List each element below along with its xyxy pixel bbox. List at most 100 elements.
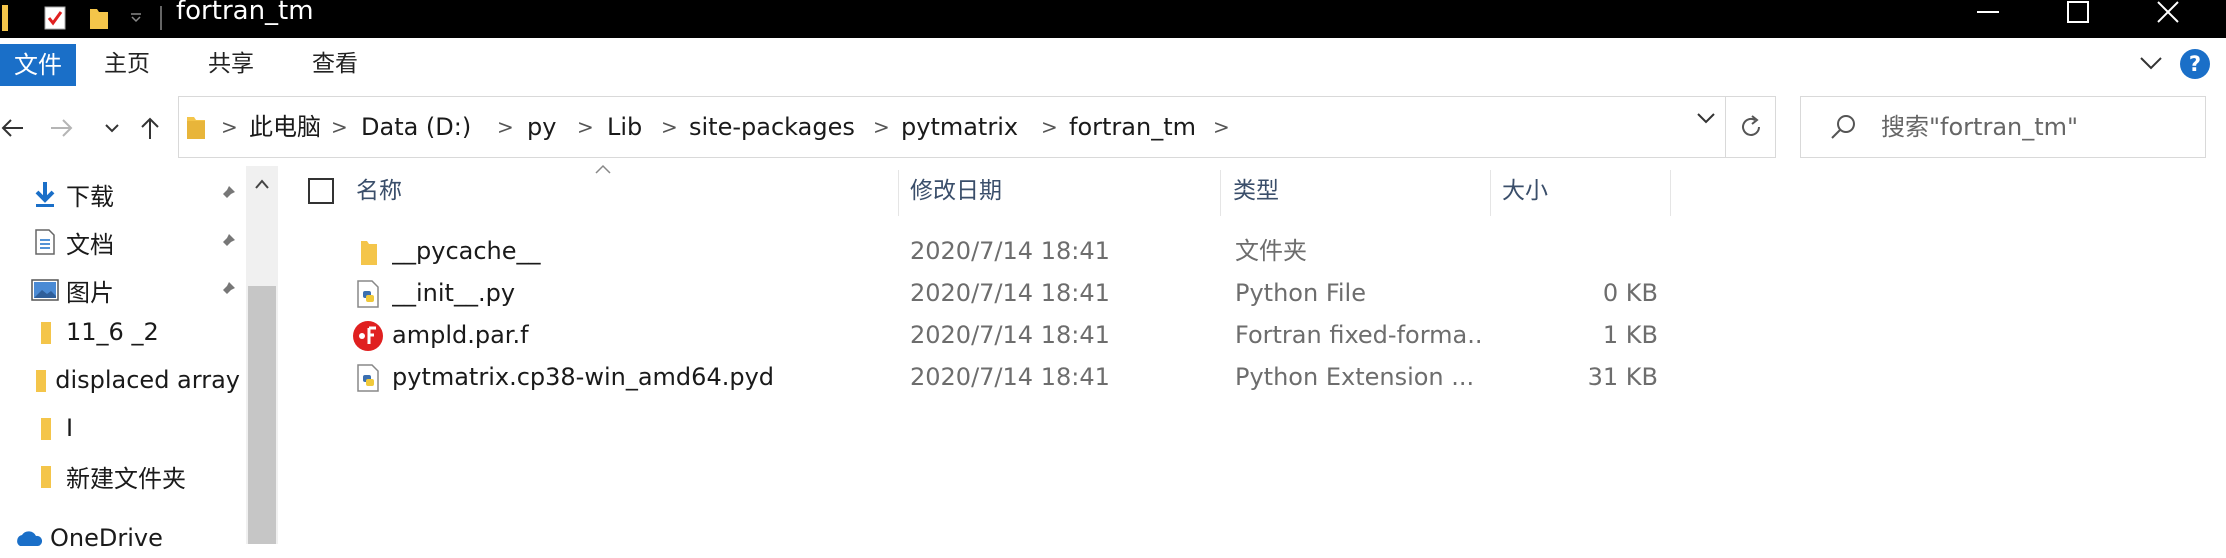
refresh-icon: [1741, 115, 1760, 136]
breadcrumb-py[interactable]: py: [527, 97, 556, 157]
chevron-down-icon: [105, 124, 119, 133]
select-all-checkbox[interactable]: [308, 178, 334, 204]
nav-item-downloads[interactable]: 下载: [30, 174, 240, 214]
window-edge: [2206, 90, 2226, 170]
pin-icon[interactable]: [214, 229, 240, 255]
python-extension-icon: [352, 362, 384, 394]
breadcrumb-this-pc[interactable]: 此电脑: [249, 97, 321, 157]
nav-item-label: I: [66, 414, 74, 442]
address-history-button[interactable]: [1694, 108, 1720, 134]
window-icon: [0, 4, 10, 32]
search-icon: [1829, 113, 1857, 145]
chevron-down-icon: [1697, 113, 1715, 124]
nav-item-label: 图片: [66, 278, 114, 307]
forward-button[interactable]: [42, 108, 82, 148]
search-box[interactable]: [1800, 96, 2206, 158]
breadcrumb-separator[interactable]: >: [221, 97, 238, 157]
column-header-type[interactable]: 类型: [1233, 166, 1279, 216]
file-type: 文件夹: [1235, 237, 1307, 265]
column-header-date[interactable]: 修改日期: [910, 166, 1002, 216]
breadcrumb-separator[interactable]: >: [661, 97, 678, 157]
file-type: Python File: [1235, 279, 1366, 307]
minimize-button[interactable]: [1948, 0, 2028, 24]
onedrive-icon: [14, 523, 44, 553]
arrow-right-icon: [51, 119, 73, 137]
folder-icon: [30, 317, 60, 347]
column-divider[interactable]: [898, 170, 899, 216]
toolbar-divider: [158, 4, 164, 32]
nav-item-documents[interactable]: 文档: [30, 222, 240, 262]
pin-icon[interactable]: [214, 277, 240, 303]
file-row-pycache[interactable]: __pycache__ 2020/7/14 18:41 文件夹: [280, 230, 2226, 272]
column-divider[interactable]: [1220, 170, 1221, 216]
breadcrumb-separator[interactable]: >: [1041, 97, 1058, 157]
arrow-left-icon: [1, 119, 23, 137]
column-header-size[interactable]: 大小: [1502, 166, 1548, 216]
close-icon: [2157, 1, 2179, 23]
breadcrumb-separator[interactable]: >: [873, 97, 890, 157]
file-date: 2020/7/14 18:41: [910, 363, 1110, 391]
breadcrumb-separator[interactable]: >: [331, 97, 348, 157]
nav-item-displaced-array[interactable]: displaced array: [30, 360, 240, 400]
expand-ribbon-button[interactable]: [2138, 52, 2164, 78]
column-divider[interactable]: [1670, 170, 1671, 216]
nav-item-pictures[interactable]: 图片: [30, 270, 240, 310]
scroll-up-button[interactable]: [246, 166, 278, 202]
recent-locations-button[interactable]: [92, 108, 132, 148]
breadcrumb-site-packages[interactable]: site-packages: [689, 97, 855, 157]
pin-icon[interactable]: [214, 181, 240, 207]
breadcrumb-separator[interactable]: >: [1213, 97, 1230, 157]
help-icon[interactable]: ?: [2180, 49, 2210, 79]
breadcrumb-fortran-tm[interactable]: fortran_tm: [1069, 97, 1196, 157]
back-button[interactable]: [0, 108, 32, 148]
scroll-thumb[interactable]: [248, 286, 276, 544]
maximize-button[interactable]: [2038, 0, 2118, 24]
breadcrumb-lib[interactable]: Lib: [607, 97, 642, 157]
tab-home[interactable]: 主页: [104, 48, 150, 80]
nav-item-i[interactable]: I: [30, 408, 240, 448]
properties-icon[interactable]: [40, 4, 70, 32]
nav-item-label: 新建文件夹: [66, 464, 186, 493]
nav-item-label: 下载: [66, 182, 114, 211]
ribbon: 文件 主页 共享 查看 ?: [0, 38, 2226, 90]
sort-ascending-icon: [594, 160, 612, 179]
file-size: [1490, 230, 1658, 272]
customize-toolbar-icon[interactable]: [124, 4, 148, 32]
file-name: pytmatrix.cp38-win_amd64.pyd: [392, 363, 775, 391]
tab-file[interactable]: 文件: [0, 44, 76, 86]
breadcrumb-separator[interactable]: >: [497, 97, 514, 157]
navigation-bar: > 此电脑 > Data (D:) > py > Lib > site-pack…: [0, 90, 2226, 166]
nav-item-onedrive[interactable]: OneDrive: [14, 518, 224, 558]
column-divider[interactable]: [1490, 170, 1491, 216]
window-title: fortran_tm: [176, 0, 314, 26]
fortran-file-icon: [352, 320, 384, 352]
file-date: 2020/7/14 18:41: [910, 279, 1110, 307]
address-bar[interactable]: > 此电脑 > Data (D:) > py > Lib > site-pack…: [178, 96, 1726, 158]
file-row-pytmatrix-pyd[interactable]: pytmatrix.cp38-win_amd64.pyd 2020/7/14 1…: [280, 356, 2226, 398]
breadcrumb-drive-d[interactable]: Data (D:): [361, 97, 471, 157]
new-folder-icon[interactable]: [84, 4, 114, 32]
tab-view[interactable]: 查看: [312, 48, 358, 80]
file-row-init-py[interactable]: __init__.py 2020/7/14 18:41 Python File …: [280, 272, 2226, 314]
folder-icon: [30, 413, 60, 443]
tab-share[interactable]: 共享: [208, 48, 254, 80]
nav-item-label: displaced array: [55, 366, 240, 394]
nav-item-label: 文档: [66, 230, 114, 259]
column-header-name[interactable]: 名称: [356, 166, 402, 216]
refresh-button[interactable]: [1726, 96, 1776, 158]
folder-icon: [185, 113, 207, 145]
file-row-ampld-par-f[interactable]: ampld.par.f 2020/7/14 18:41 Fortran fixe…: [280, 314, 2226, 356]
nav-item-new-folder[interactable]: 新建文件夹: [30, 456, 240, 496]
nav-item-folder-11-6-2[interactable]: 11_6 _2: [30, 312, 240, 352]
up-button[interactable]: [130, 108, 170, 148]
breadcrumb-separator[interactable]: >: [577, 97, 594, 157]
nav-item-label: 11_6 _2: [66, 318, 159, 346]
nav-pane-scrollbar[interactable]: [246, 166, 278, 544]
file-list: 名称 修改日期 类型 大小 __pycache__ 2020/7/14 18:4…: [280, 164, 2226, 544]
close-button[interactable]: [2128, 0, 2208, 24]
document-icon: [30, 227, 60, 257]
breadcrumb-pytmatrix[interactable]: pytmatrix: [901, 97, 1018, 157]
nav-item-label: OneDrive: [50, 524, 163, 552]
folder-icon: [352, 236, 384, 268]
search-input[interactable]: [1879, 107, 2179, 147]
